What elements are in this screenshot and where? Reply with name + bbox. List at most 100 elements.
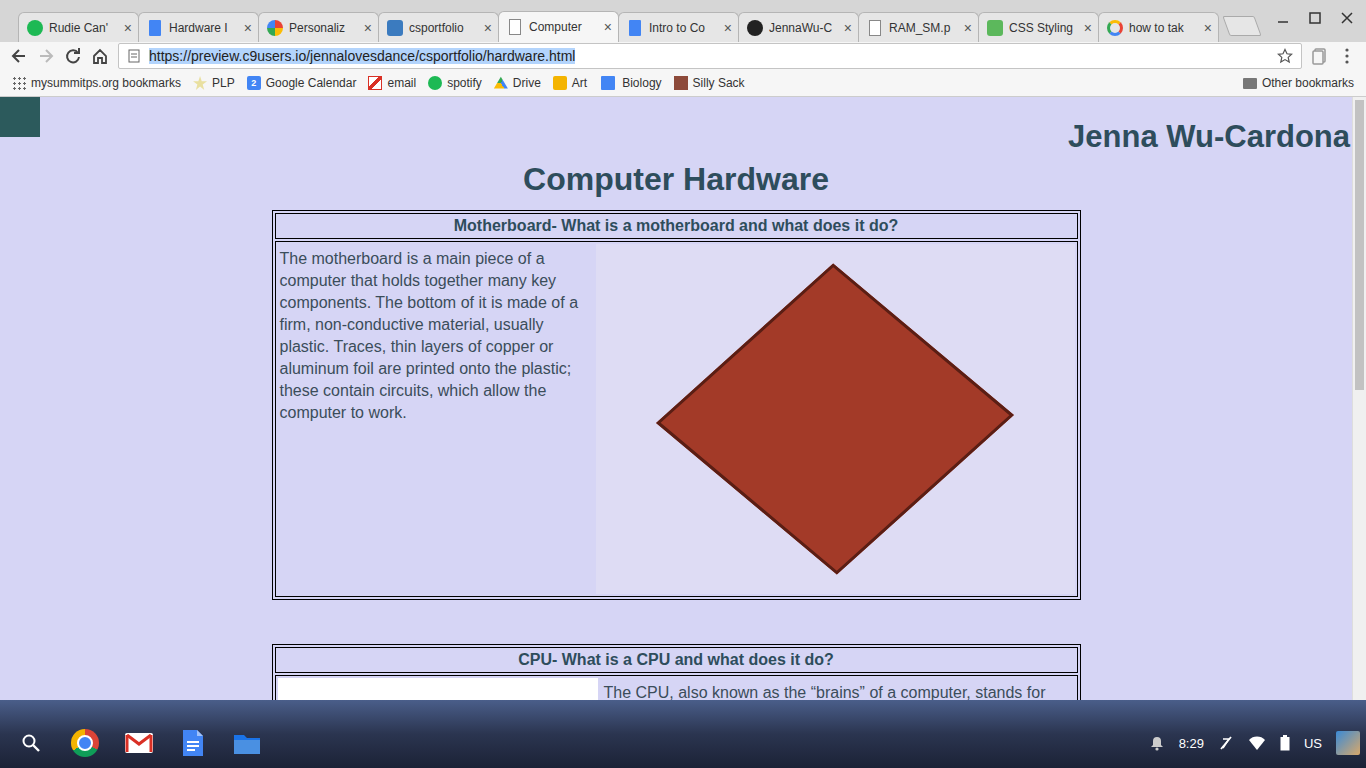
bookmark-icon: 2 bbox=[247, 76, 261, 90]
bookmark-icon bbox=[193, 76, 207, 90]
input-method: US bbox=[1304, 736, 1322, 751]
browser-window: Rudie Can'×Hardware I×Personaliz×csportf… bbox=[0, 0, 1366, 700]
section-heading: Motherboard- What is a motherboard and w… bbox=[275, 213, 1078, 239]
tab-close-button[interactable]: × bbox=[724, 20, 732, 36]
no-network-sync-icon bbox=[1218, 735, 1234, 751]
bookmark[interactable]: PLP bbox=[193, 76, 235, 90]
shelf-app[interactable] bbox=[58, 718, 112, 768]
tab[interactable]: Personaliz × bbox=[258, 12, 379, 42]
bookmark[interactable]: spotify bbox=[428, 76, 482, 90]
search-icon bbox=[21, 733, 41, 753]
clock-time: 8:29 bbox=[1179, 736, 1204, 751]
shelf-app[interactable] bbox=[112, 718, 166, 768]
tab-label: CSS Styling bbox=[1009, 21, 1078, 35]
status-area[interactable]: 8:29 US bbox=[1149, 718, 1360, 768]
tab[interactable]: how to tak × bbox=[1098, 12, 1219, 42]
bookmark-label: Google Calendar bbox=[266, 76, 357, 90]
battery-icon bbox=[1280, 735, 1290, 751]
shelf-app[interactable] bbox=[4, 718, 58, 768]
bookmark[interactable]: Biology bbox=[599, 76, 661, 90]
tab-label: Personaliz bbox=[289, 21, 358, 35]
tab[interactable]: csportfolio × bbox=[378, 12, 499, 42]
tab-label: JennaWu-C bbox=[769, 21, 838, 35]
new-tab-button[interactable] bbox=[1222, 16, 1261, 36]
shelf-app[interactable] bbox=[166, 718, 220, 768]
bookmark-label: email bbox=[387, 76, 416, 90]
tab-close-button[interactable]: × bbox=[244, 20, 252, 36]
tab[interactable]: Computer × bbox=[498, 11, 619, 42]
bookmark-icon bbox=[12, 76, 26, 90]
tab-favicon-icon bbox=[149, 20, 161, 36]
bookmark-label: spotify bbox=[447, 76, 482, 90]
user-avatar[interactable] bbox=[1336, 731, 1360, 755]
other-bookmarks[interactable]: Other bookmarks bbox=[1243, 76, 1354, 90]
tab-label: Hardware I bbox=[169, 21, 238, 35]
tab-label: csportfolio bbox=[409, 21, 478, 35]
bookmark-icon bbox=[601, 76, 615, 90]
tab[interactable]: CSS Styling × bbox=[978, 12, 1099, 42]
web-page: Jenna Wu-CardonaComputer HardwareMotherb… bbox=[0, 97, 1352, 700]
url-text[interactable]: https://preview.c9users.io/jennalovesdan… bbox=[149, 48, 575, 64]
tab-label: how to tak bbox=[1129, 21, 1198, 35]
shelf-app[interactable] bbox=[220, 718, 274, 768]
close-icon[interactable] bbox=[1340, 11, 1354, 25]
tab-close-button[interactable]: × bbox=[964, 20, 972, 36]
chrome-icon bbox=[71, 729, 99, 757]
minimize-icon[interactable] bbox=[1276, 11, 1290, 25]
bookmark[interactable]: 2 Google Calendar bbox=[247, 76, 357, 90]
tab[interactable]: Rudie Can' × bbox=[18, 12, 139, 42]
tab-close-button[interactable]: × bbox=[484, 20, 492, 36]
bookmark[interactable]: Silly Sack bbox=[674, 76, 745, 90]
scrollbar[interactable] bbox=[1352, 97, 1366, 700]
tab-favicon-icon bbox=[27, 20, 43, 36]
maximize-icon[interactable] bbox=[1308, 11, 1322, 25]
tab-label: Rudie Can' bbox=[49, 21, 118, 35]
reload-icon[interactable] bbox=[64, 47, 82, 65]
window-controls bbox=[1276, 0, 1366, 25]
menu-square[interactable] bbox=[0, 97, 40, 137]
tab-close-button[interactable]: × bbox=[604, 19, 612, 35]
address-bar[interactable]: https://preview.c9users.io/jennalovesdan… bbox=[118, 43, 1302, 69]
cpu-image bbox=[278, 678, 598, 700]
tab[interactable]: Intro to Co × bbox=[618, 12, 739, 42]
tab[interactable]: RAM_SM.p× bbox=[858, 12, 979, 42]
bookmark[interactable]: email bbox=[368, 76, 416, 90]
tab-close-button[interactable]: × bbox=[124, 20, 132, 36]
tab-close-button[interactable]: × bbox=[844, 20, 852, 36]
tab-label: Computer bbox=[529, 20, 598, 34]
section-table: Motherboard- What is a motherboard and w… bbox=[272, 210, 1081, 600]
section-table: CPU- What is a CPU and what does it do?T… bbox=[272, 644, 1081, 700]
tab-close-button[interactable]: × bbox=[1204, 20, 1212, 36]
bookmark-icon bbox=[674, 76, 688, 90]
scrollbar-thumb[interactable] bbox=[1355, 100, 1364, 390]
toolbar: https://preview.c9users.io/jennalovesdan… bbox=[0, 42, 1366, 70]
tab-close-button[interactable]: × bbox=[1084, 20, 1092, 36]
tab[interactable]: JennaWu-C × bbox=[738, 12, 859, 42]
tab-strip: Rudie Can'×Hardware I×Personaliz×csportf… bbox=[0, 0, 1366, 42]
bookmark-label: mysummitps.org bookmarks bbox=[31, 76, 181, 90]
folder-icon bbox=[1243, 78, 1257, 89]
tab-favicon-icon bbox=[387, 20, 403, 36]
tab-label: Intro to Co bbox=[649, 21, 718, 35]
tab[interactable]: Hardware I × bbox=[138, 12, 259, 42]
tab-favicon-icon bbox=[629, 20, 641, 36]
tab-close-button[interactable]: × bbox=[364, 20, 372, 36]
notification-bell-icon[interactable] bbox=[1149, 735, 1165, 751]
bookmark[interactable]: Drive bbox=[494, 76, 541, 90]
tab-favicon-icon bbox=[869, 20, 881, 36]
page-viewport: Jenna Wu-CardonaComputer HardwareMotherb… bbox=[0, 97, 1366, 700]
bookmark-label: Drive bbox=[513, 76, 541, 90]
extension-icon[interactable] bbox=[1311, 47, 1329, 65]
bookmark[interactable]: Art bbox=[553, 76, 587, 90]
bookmark-star-icon[interactable] bbox=[1277, 48, 1293, 64]
bookmark-icon bbox=[428, 76, 442, 90]
bookmark[interactable]: mysummitps.org bookmarks bbox=[12, 76, 181, 90]
menu-icon[interactable] bbox=[1338, 47, 1356, 65]
forward-arrow-icon[interactable] bbox=[37, 47, 55, 65]
section-body: The motherboard is a main piece of a com… bbox=[275, 241, 1078, 597]
home-icon[interactable] bbox=[91, 47, 109, 65]
bookmark-label: Biology bbox=[622, 76, 661, 90]
gmail-icon bbox=[124, 732, 154, 754]
back-arrow-icon[interactable] bbox=[10, 47, 28, 65]
page-info-icon[interactable] bbox=[127, 49, 141, 63]
